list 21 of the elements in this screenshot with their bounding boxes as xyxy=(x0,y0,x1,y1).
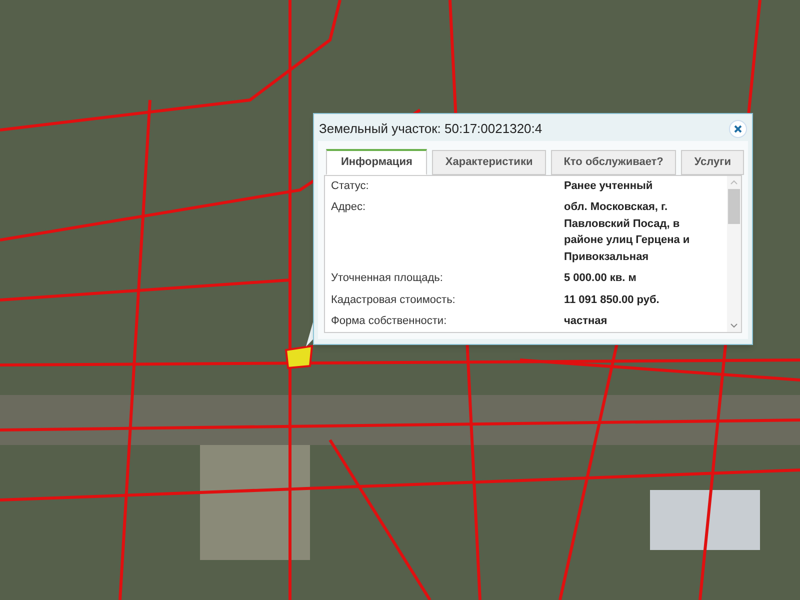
scrollbar-thumb[interactable] xyxy=(728,188,740,224)
tab[interactable]: Информация xyxy=(326,148,428,174)
field-value: 11 091 850.00 руб. xyxy=(564,292,660,308)
field-label: Статус: xyxy=(331,178,370,194)
scrollbar[interactable] xyxy=(727,176,741,332)
scroll-up-icon xyxy=(730,180,738,184)
field-value: обл. Московская, г. Павловский Посад, в районе улиц Герцена и Привокзальная xyxy=(564,200,691,264)
field-value: Ранее учтенный xyxy=(564,178,654,194)
popup-title: Земельный участок: 50:17:0021320:4 xyxy=(319,120,542,138)
tab[interactable]: Услуги xyxy=(681,150,744,174)
field-value: частная xyxy=(564,314,608,329)
close-button[interactable] xyxy=(729,120,747,138)
field-label: Форма собственности: xyxy=(331,314,448,329)
tab[interactable]: Кто обслуживает? xyxy=(550,150,676,174)
field-value: 5 000.00 кв. м xyxy=(564,271,638,286)
field-label: Адрес: xyxy=(331,200,367,215)
field-label: Уточненная площадь: xyxy=(331,271,444,286)
tab[interactable]: Характеристики xyxy=(432,150,546,174)
scroll-down-icon xyxy=(730,322,738,328)
close-icon xyxy=(734,124,742,133)
field-label: Кадастровая стоимость: xyxy=(331,292,456,308)
